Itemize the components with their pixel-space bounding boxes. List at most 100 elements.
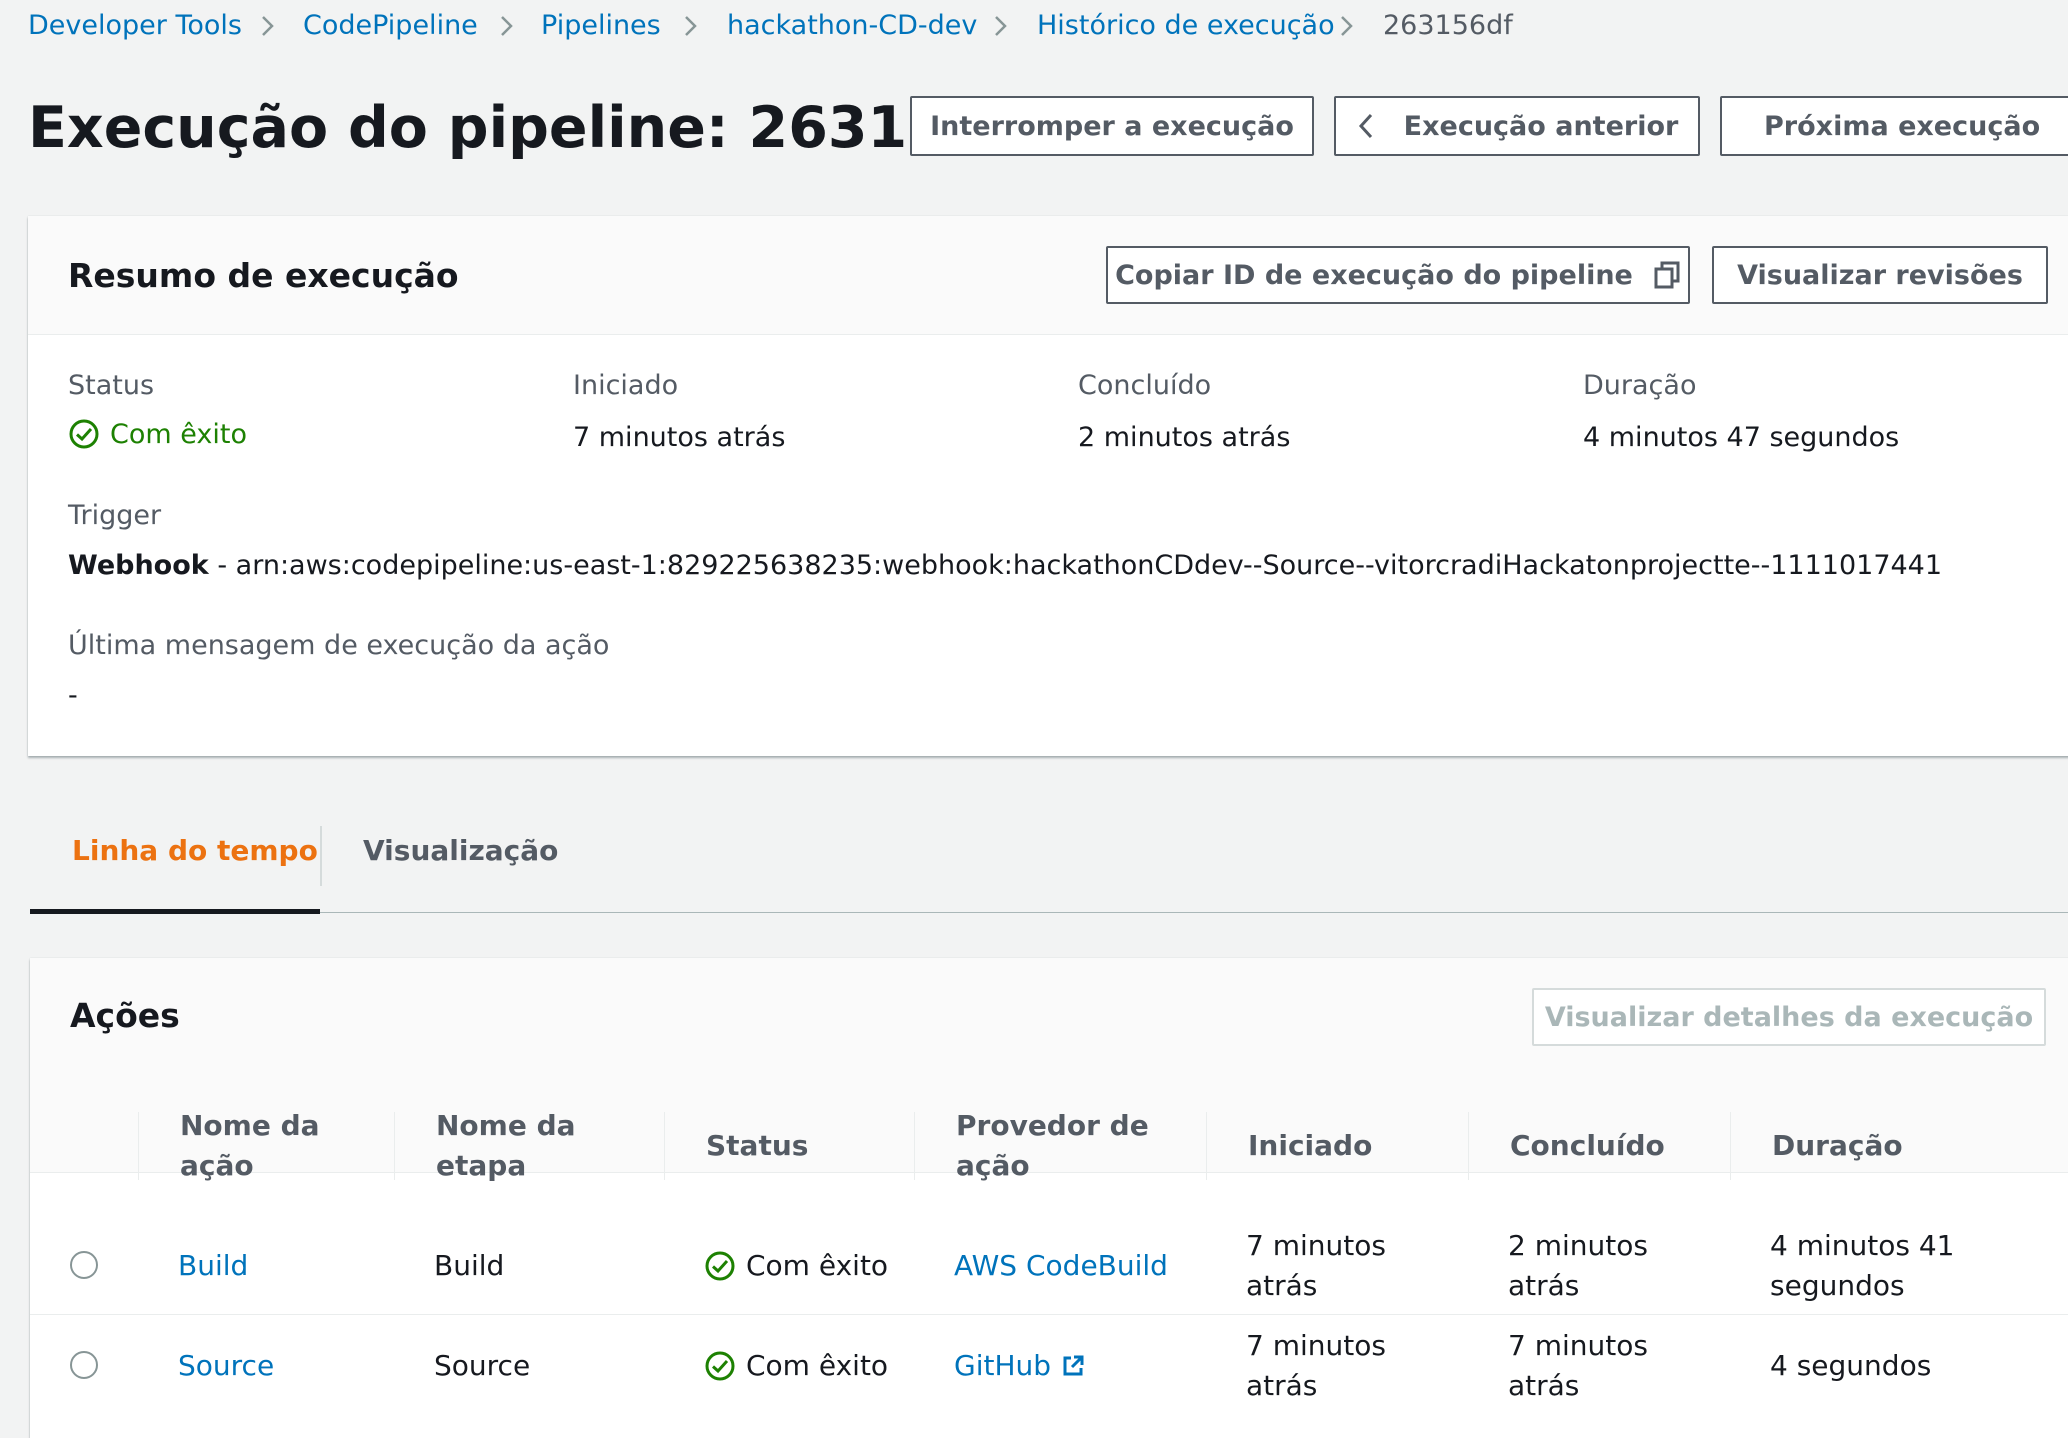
started-value: 7 minutos atrás — [573, 422, 786, 453]
column-header-line: Concluído — [1510, 1129, 1665, 1162]
breadcrumb-developer-tools[interactable]: Developer Tools — [28, 8, 242, 44]
breadcrumb-current: 263156df — [1383, 10, 1513, 41]
last-message-value: - — [68, 680, 78, 711]
stop-execution-label: Interromper a execução — [930, 110, 1294, 142]
tab-bar-border — [30, 912, 2068, 913]
view-revisions-button[interactable]: Visualizar revisões — [1712, 246, 2048, 304]
copy-execution-id-label: Copiar ID de execução do pipeline — [1115, 259, 1633, 291]
provider-link[interactable]: GitHub — [954, 1346, 1085, 1386]
started-label: Iniciado — [573, 370, 679, 401]
row-radio[interactable] — [70, 1251, 98, 1279]
action-name-link[interactable]: Source — [178, 1346, 274, 1386]
last-message-label: Última mensagem de execução da ação — [68, 630, 610, 661]
tab-visualization[interactable]: Visualização — [363, 834, 558, 867]
column-header-stage-name[interactable]: Nome da etapa — [436, 1106, 576, 1186]
column-header-line: ação — [180, 1149, 254, 1182]
row-duration: 4 segundos — [1770, 1346, 1931, 1386]
breadcrumb-execution-history[interactable]: Histórico de execução — [1037, 8, 1335, 44]
trigger-detail: - arn:aws:codepipeline:us-east-1:8292256… — [208, 550, 1943, 581]
chevron-right-icon — [262, 16, 274, 36]
check-circle-icon — [69, 419, 99, 449]
row-status-text: Com êxito — [746, 1349, 889, 1382]
chevron-right-icon — [1341, 16, 1353, 36]
row-duration-line: 4 segundos — [1770, 1349, 1932, 1382]
execution-summary-title: Resumo de execução — [68, 256, 459, 295]
copy-icon — [1654, 261, 1680, 289]
column-header-provider[interactable]: Provedor de ação — [956, 1106, 1149, 1186]
row-completed: 7 minutos atrás — [1508, 1326, 1648, 1406]
column-header-started[interactable]: Iniciado — [1248, 1126, 1372, 1166]
trigger-value: Webhook - arn:aws:codepipeline:us-east-1… — [68, 550, 1942, 581]
status-label: Status — [68, 370, 155, 401]
row-completed-line: 2 minutos — [1508, 1229, 1648, 1262]
column-divider — [1206, 1112, 1207, 1180]
column-header-duration[interactable]: Duração — [1772, 1126, 1903, 1166]
previous-execution-button[interactable]: Execução anterior — [1334, 96, 1700, 156]
active-tab-indicator — [30, 909, 320, 914]
next-execution-label: Próxima execução — [1764, 110, 2041, 142]
column-divider — [914, 1112, 915, 1180]
stage-name: Build — [434, 1249, 505, 1282]
column-header-line: etapa — [436, 1149, 527, 1182]
tab-timeline[interactable]: Linha do tempo — [72, 834, 318, 867]
external-link-icon — [1063, 1355, 1084, 1376]
column-header-line: Nome da — [436, 1109, 576, 1142]
column-header-line: Status — [706, 1129, 809, 1162]
row-started: 7 minutos atrás — [1246, 1326, 1386, 1406]
action-name-link[interactable]: Build — [178, 1246, 248, 1286]
row-status: Com êxito — [704, 1346, 888, 1386]
status-text: Com êxito — [110, 418, 247, 450]
column-header-status[interactable]: Status — [706, 1126, 808, 1166]
column-header-line: Nome da — [180, 1109, 320, 1142]
column-header-line: Provedor de — [956, 1109, 1149, 1142]
trigger-type: Webhook — [68, 550, 209, 581]
stop-execution-button[interactable]: Interromper a execução — [910, 96, 1314, 156]
row-completed: 2 minutos atrás — [1508, 1226, 1648, 1306]
completed-label: Concluído — [1078, 370, 1212, 401]
actions-header: Ações Visualizar detalhes da execução — [30, 958, 2068, 1077]
breadcrumb-pipelines[interactable]: Pipelines — [541, 8, 661, 44]
column-header-completed[interactable]: Concluído — [1510, 1126, 1665, 1166]
row-started-line: 7 minutos — [1246, 1229, 1386, 1262]
page-title: Execução do pipeline: 263156df — [28, 95, 1053, 161]
check-circle-icon — [705, 1351, 735, 1381]
copy-execution-id-button[interactable]: Copiar ID de execução do pipeline — [1106, 246, 1690, 304]
breadcrumb-codepipeline[interactable]: CodePipeline — [303, 8, 478, 44]
execution-summary-panel: Resumo de execução Copiar ID de execução… — [28, 216, 2068, 756]
execution-summary-header: Resumo de execução Copiar ID de execução… — [28, 216, 2068, 335]
previous-execution-label: Execução anterior — [1403, 110, 1679, 142]
column-divider — [1730, 1112, 1731, 1180]
row-started-line: atrás — [1246, 1369, 1318, 1402]
column-divider — [1468, 1112, 1469, 1180]
chevron-right-icon — [501, 16, 513, 36]
chevron-right-icon — [685, 16, 697, 36]
next-execution-button[interactable]: Próxima execução — [1720, 96, 2068, 156]
view-execution-details-button[interactable]: Visualizar detalhes da execução — [1532, 988, 2046, 1046]
row-radio[interactable] — [70, 1351, 98, 1379]
breadcrumb-pipeline-name[interactable]: hackathon-CD-dev — [727, 8, 977, 44]
row-started-line: atrás — [1246, 1269, 1318, 1302]
column-header-line: ação — [956, 1149, 1030, 1182]
row-completed-line: atrás — [1508, 1369, 1580, 1402]
column-divider — [394, 1112, 395, 1180]
actions-title: Ações — [70, 996, 180, 1035]
chevron-right-icon — [995, 16, 1007, 36]
row-duration-line: 4 minutos 41 — [1770, 1229, 1955, 1262]
check-circle-icon — [705, 1251, 735, 1281]
row-divider — [30, 1314, 2068, 1315]
row-duration: 4 minutos 41 segundos — [1770, 1226, 1955, 1306]
row-status: Com êxito — [704, 1246, 888, 1286]
chevron-left-icon — [1358, 113, 1372, 139]
status-value: Com êxito — [68, 418, 247, 450]
column-divider — [664, 1112, 665, 1180]
provider-link[interactable]: AWS CodeBuild — [954, 1246, 1168, 1286]
view-execution-details-label: Visualizar detalhes da execução — [1544, 1001, 2034, 1033]
column-divider — [138, 1112, 139, 1180]
row-status-text: Com êxito — [746, 1249, 889, 1282]
row-duration-line: segundos — [1770, 1269, 1905, 1302]
column-header-line: Iniciado — [1248, 1129, 1373, 1162]
duration-value: 4 minutos 47 segundos — [1583, 422, 1900, 453]
row-started-line: 7 minutos — [1246, 1329, 1386, 1362]
column-header-action-name[interactable]: Nome da ação — [180, 1106, 320, 1186]
completed-value: 2 minutos atrás — [1078, 422, 1291, 453]
